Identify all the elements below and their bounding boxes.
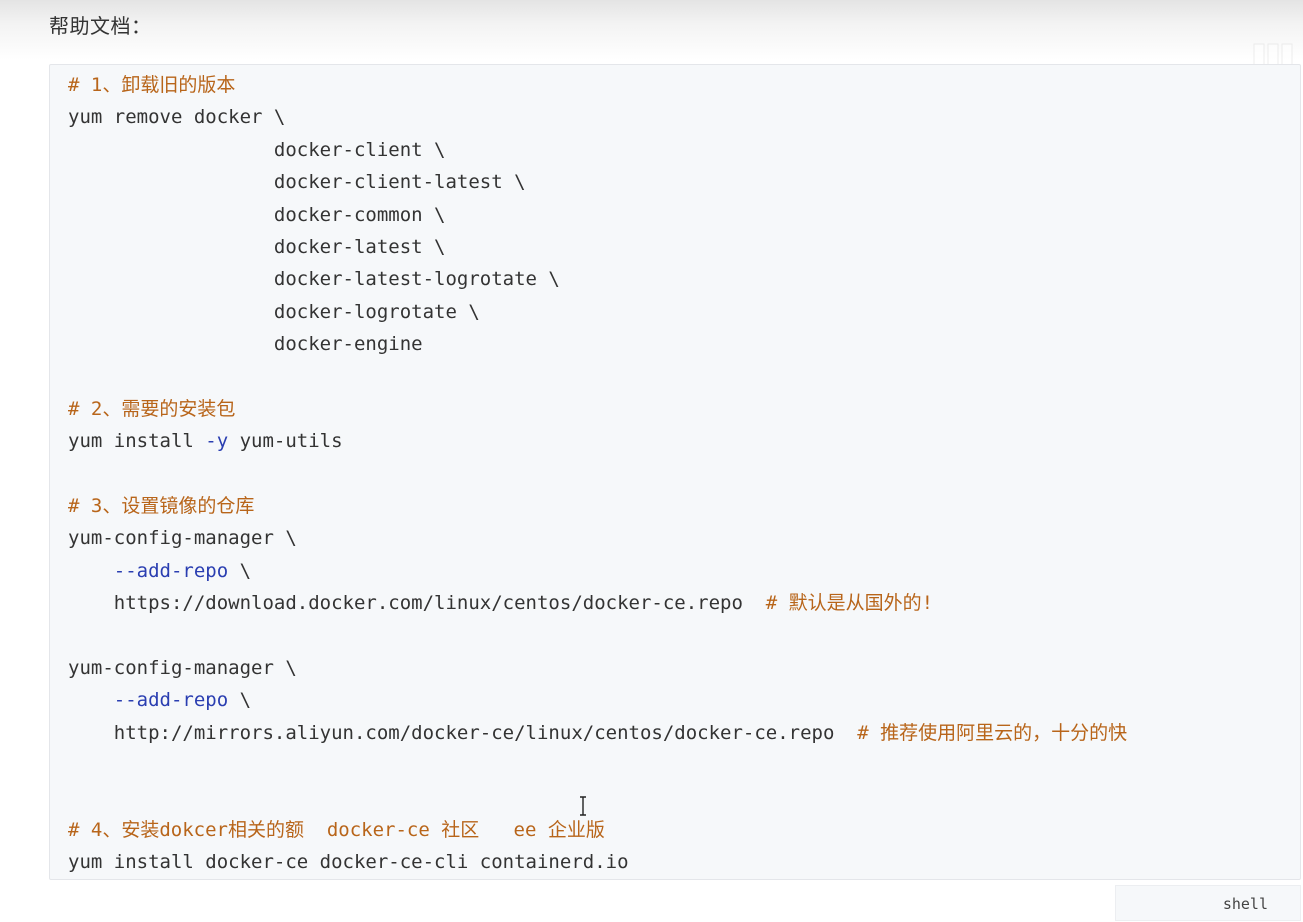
code-line: # 2、需要的安装包 (68, 393, 1127, 425)
code-token-plain: \ (228, 559, 252, 582)
code-line: http://mirrors.aliyun.com/docker-ce/linu… (68, 717, 1127, 749)
code-token-comment: # 4、安装dokcer相关的额 docker-ce 社区 ee 企业版 (68, 818, 605, 841)
code-line: docker-client \ (68, 134, 1127, 166)
code-token-flag: --add-repo (113, 689, 229, 712)
code-block[interactable]: # 1、卸载旧的版本 yum remove docker \ docker-cli… (49, 64, 1301, 880)
code-token-plain: yum-config-manager \ (68, 527, 297, 550)
text-cursor-icon (580, 796, 586, 816)
code-line: https://download.docker.com/linux/centos… (68, 587, 1127, 619)
code-line: yum-config-manager \ (68, 522, 1127, 554)
code-line: yum-config-manager \ (68, 652, 1127, 684)
code-line: --add-repo \ (68, 684, 1127, 716)
code-token-comment: # 3、设置镜像的仓库 (68, 495, 255, 518)
code-line: yum remove docker \ (68, 101, 1127, 133)
code-token-plain: docker-latest-logrotate \ (68, 268, 560, 291)
page-heading: 帮助文档： (49, 14, 152, 38)
code-line: docker-client-latest \ (68, 166, 1127, 198)
code-token-plain: https://download.docker.com/linux/centos… (68, 592, 766, 615)
code-token-plain: docker-logrotate \ (68, 300, 480, 323)
code-token-plain: docker-client \ (68, 138, 446, 161)
code-line: yum install -y yum-utils (68, 425, 1127, 457)
code-line: # 4、安装dokcer相关的额 docker-ce 社区 ee 企业版 (68, 814, 1127, 846)
code-token-plain: docker-common \ (68, 203, 446, 226)
code-language-badge[interactable]: shell (1115, 885, 1301, 921)
code-line: docker-logrotate \ (68, 296, 1127, 328)
code-token-plain: docker-latest \ (68, 235, 446, 258)
code-token-plain: docker-engine (68, 333, 423, 356)
code-token-plain: docker-client-latest \ (68, 171, 526, 194)
code-line: docker-engine (68, 328, 1127, 360)
code-lines: # 1、卸载旧的版本 yum remove docker \ docker-cli… (68, 69, 1127, 879)
code-token-comment: # 2、需要的安装包 (68, 397, 236, 420)
code-line: yum install docker-ce docker-ce-cli cont… (68, 846, 1127, 878)
code-token-flag: -y (205, 430, 229, 453)
code-line: --add-repo \ (68, 555, 1127, 587)
code-token-plain: yum-utils (228, 430, 343, 453)
code-line: docker-latest-logrotate \ (68, 263, 1127, 295)
code-line: docker-common \ (68, 199, 1127, 231)
code-token-plain: \ (228, 689, 252, 712)
code-line: # 1、卸载旧的版本 (68, 69, 1127, 101)
code-token-comment: # 推荐使用阿里云的，十分的快 (857, 721, 1128, 744)
code-token-plain: yum install (68, 430, 206, 453)
code-token-plain: yum-config-manager \ (68, 657, 297, 680)
code-token-comment: # 1、卸载旧的版本 (68, 74, 236, 96)
code-token-plain: yum remove docker \ (68, 106, 286, 129)
top-shadow (0, 0, 1303, 60)
code-token-flag: --add-repo (113, 559, 229, 582)
code-token-plain: yum install docker-ce docker-ce-cli cont… (68, 851, 629, 874)
code-line: # 3、设置镜像的仓库 (68, 490, 1127, 522)
code-token-comment: # 默认是从国外的! (765, 592, 934, 615)
code-token-plain: http://mirrors.aliyun.com/docker-ce/linu… (68, 721, 858, 744)
code-line: docker-latest \ (68, 231, 1127, 263)
